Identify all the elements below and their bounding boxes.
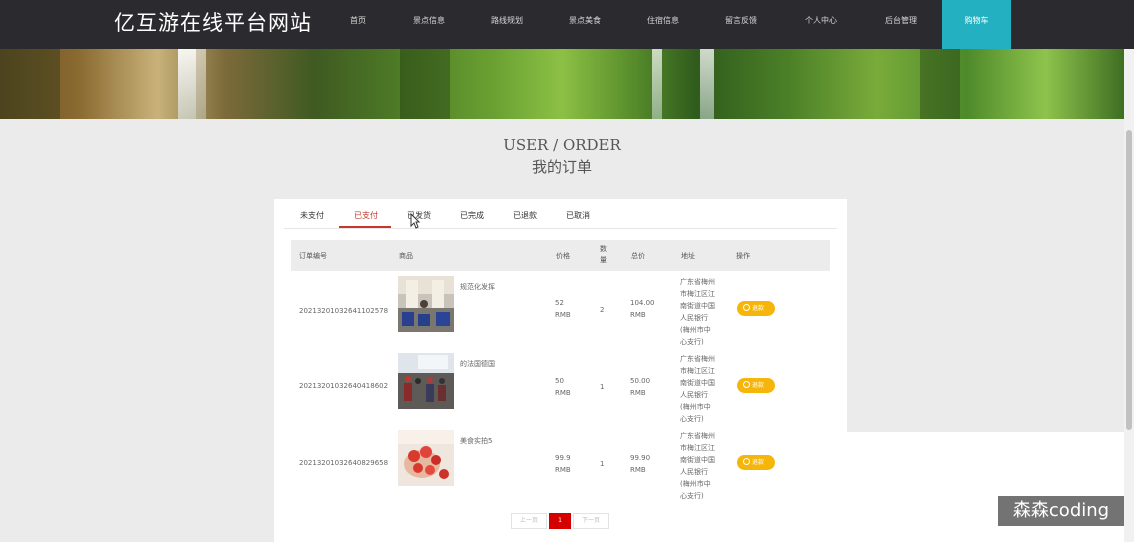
address: 广东省梅州 市梅江区江 南街道中国 人民银行 (梅州市中 心支行)	[680, 278, 715, 346]
product-name[interactable]: 的法国德国	[460, 358, 495, 370]
mouse-cursor-icon	[410, 213, 420, 229]
nav-feedback[interactable]: 留言反馈	[716, 0, 766, 49]
total-value: 104.00	[630, 299, 655, 307]
col-total: 总价	[631, 252, 645, 260]
scrollbar-thumb[interactable]	[1126, 130, 1132, 430]
tab-completed[interactable]: 已完成	[460, 210, 484, 221]
total-value: 50.00	[630, 377, 651, 385]
nav-lodging[interactable]: 住宿信息	[638, 0, 688, 49]
nav-home[interactable]: 首页	[340, 0, 376, 49]
refund-button[interactable]: 退款	[737, 301, 775, 316]
refund-icon	[743, 381, 750, 388]
product-name[interactable]: 规范化发挥	[460, 281, 495, 293]
product-thumbnail-classroom[interactable]	[398, 353, 454, 409]
hero-banner-image	[0, 49, 1124, 119]
price-value: 99.9	[555, 454, 571, 462]
next-page-button[interactable]: 下一页	[573, 513, 609, 529]
table-header: 订单编号 商品 价格 数量 总价 地址 操作	[291, 240, 830, 271]
tab-unpaid[interactable]: 未支付	[300, 210, 324, 221]
order-panel: 未支付 已支付 已发货 已完成 已退款 已取消 订单编号 商品 价格 数量 总价…	[274, 199, 847, 542]
page-title-cn: 我的订单	[531, 158, 592, 176]
price-unit: RMB	[555, 311, 571, 319]
col-price: 价格	[556, 252, 570, 260]
quantity: 1	[600, 460, 605, 468]
price-unit: RMB	[555, 389, 571, 397]
price-value: 52	[555, 299, 564, 307]
nav-user-center[interactable]: 个人中心	[796, 0, 846, 49]
col-order-no: 订单编号	[299, 252, 327, 260]
refund-icon	[743, 458, 750, 465]
quantity: 1	[600, 383, 605, 391]
price-unit: RMB	[555, 466, 571, 474]
tab-divider	[284, 228, 837, 229]
top-navbar: 亿互游在线平台网站 首页 景点信息 路线规划 景点美食 住宿信息 留言反馈 个人…	[0, 0, 1134, 49]
page-1-button[interactable]: 1	[549, 513, 571, 529]
total-value: 99.90	[630, 454, 651, 462]
quantity: 2	[600, 306, 605, 314]
prev-page-button[interactable]: 上一页	[511, 513, 547, 529]
order-number: 20213201032641102578	[299, 307, 389, 315]
total-unit: RMB	[630, 466, 646, 474]
refund-button[interactable]: 退款	[737, 378, 775, 393]
product-thumbnail-meeting-room[interactable]	[398, 276, 454, 332]
col-address: 地址	[681, 252, 695, 260]
col-quantity: 数量	[600, 245, 607, 264]
page-title-en: USER / ORDER	[503, 136, 621, 154]
nav-route-planning[interactable]: 路线规划	[482, 0, 532, 49]
price-value: 50	[555, 377, 564, 385]
nav-attractions[interactable]: 景点信息	[404, 0, 454, 49]
refund-button[interactable]: 退款	[737, 455, 775, 470]
tab-paid[interactable]: 已支付	[354, 210, 378, 221]
product-thumbnail-strawberry-cake[interactable]	[398, 430, 454, 486]
watermark: 森森coding	[998, 496, 1124, 526]
site-title[interactable]: 亿互游在线平台网站	[114, 7, 312, 37]
product-name[interactable]: 美食实拍5	[460, 435, 492, 447]
address: 广东省梅州 市梅江区江 南街道中国 人民银行 (梅州市中 心支行)	[680, 355, 715, 423]
nav-cart[interactable]: 购物车	[942, 0, 1011, 49]
col-product: 商品	[399, 252, 413, 260]
tab-cancelled[interactable]: 已取消	[566, 210, 590, 221]
total-unit: RMB	[630, 311, 646, 319]
order-number: 20213201032640829658	[299, 459, 389, 467]
address: 广东省梅州 市梅江区江 南街道中国 人民银行 (梅州市中 心支行)	[680, 432, 715, 500]
order-number: 20213201032640418602	[299, 382, 389, 390]
nav-food[interactable]: 景点美食	[560, 0, 610, 49]
tab-refunded[interactable]: 已退款	[513, 210, 537, 221]
total-unit: RMB	[630, 389, 646, 397]
refund-icon	[743, 304, 750, 311]
col-action: 操作	[736, 252, 750, 260]
nav-admin[interactable]: 后台管理	[876, 0, 926, 49]
